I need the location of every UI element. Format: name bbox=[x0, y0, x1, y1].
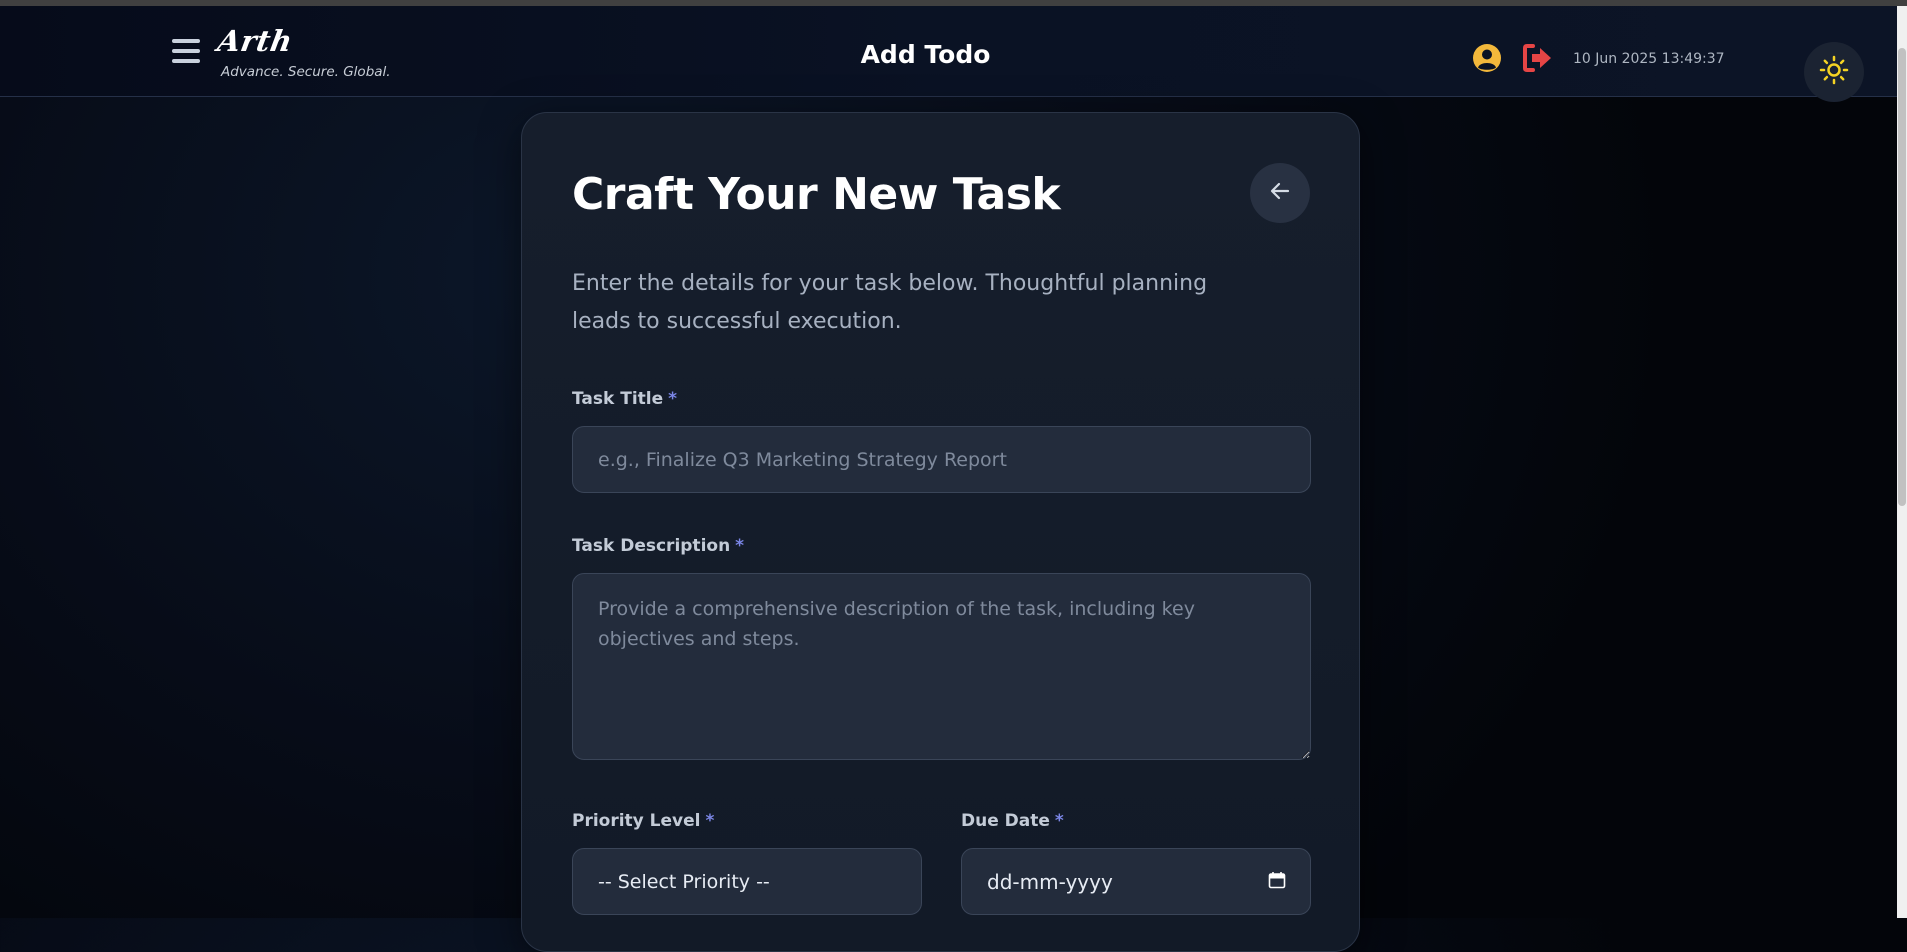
required-marker: * bbox=[1054, 811, 1064, 831]
scrollbar-thumb[interactable] bbox=[1898, 48, 1906, 506]
priority-select[interactable]: -- Select Priority -- bbox=[572, 848, 922, 915]
page-scrollbar[interactable] bbox=[1897, 6, 1907, 918]
required-marker: * bbox=[668, 389, 678, 409]
required-marker: * bbox=[705, 811, 715, 831]
current-datetime: 10 Jun 2025 13:49:37 bbox=[1573, 51, 1725, 67]
logout-icon[interactable] bbox=[1522, 43, 1554, 73]
required-marker: * bbox=[735, 536, 745, 556]
theme-toggle-button[interactable] bbox=[1804, 42, 1864, 102]
priority-selected-value: -- Select Priority -- bbox=[598, 870, 770, 893]
priority-level-label-text: Priority Level bbox=[572, 811, 701, 831]
app-header: Arth Advance. Secure. Global. Add Todo 1… bbox=[0, 6, 1897, 102]
priority-level-label: Priority Level * bbox=[572, 811, 714, 831]
due-date-value: dd-mm-yyyy bbox=[987, 869, 1113, 894]
task-title-input[interactable] bbox=[572, 426, 1311, 493]
task-description-label: Task Description * bbox=[572, 536, 744, 556]
sun-icon bbox=[1819, 55, 1849, 89]
arrow-left-icon bbox=[1268, 179, 1292, 207]
calendar-icon[interactable] bbox=[1268, 870, 1286, 894]
task-title-label-text: Task Title bbox=[572, 389, 664, 409]
card-subtitle: Enter the details for your task below. T… bbox=[572, 271, 1208, 334]
due-date-label-text: Due Date bbox=[961, 811, 1050, 831]
due-date-input[interactable]: dd-mm-yyyy bbox=[961, 848, 1311, 915]
card-title: Craft Your New Task bbox=[572, 169, 1061, 220]
task-description-label-text: Task Description bbox=[572, 536, 731, 556]
task-description-textarea[interactable] bbox=[572, 573, 1311, 760]
user-circle-icon[interactable] bbox=[1472, 43, 1502, 73]
back-button[interactable] bbox=[1250, 163, 1310, 223]
task-title-label: Task Title * bbox=[572, 389, 677, 409]
due-date-label: Due Date * bbox=[961, 811, 1064, 831]
add-task-card: Craft Your New Task Enter the details fo… bbox=[521, 112, 1360, 952]
